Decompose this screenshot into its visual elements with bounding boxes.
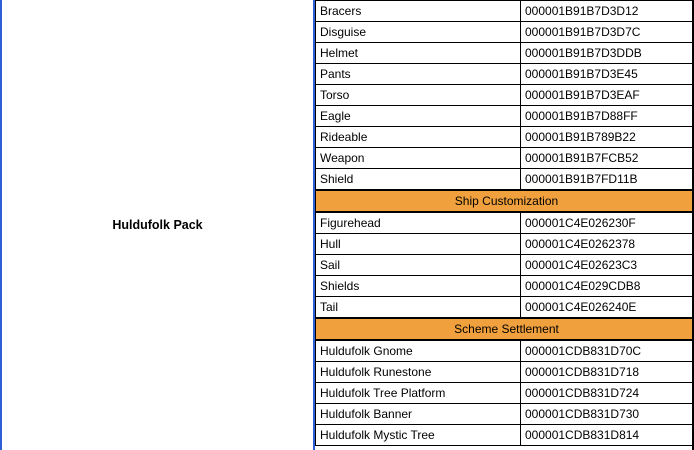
section-header: Scheme Settlement: [315, 317, 694, 341]
table-row: Sail 000001C4E02623C3: [315, 254, 694, 276]
item-id-cell: 000001C4E0262378: [520, 233, 694, 255]
item-name-cell: Pants: [315, 63, 521, 85]
item-name-cell: Tail: [315, 296, 521, 319]
item-id-cell: 000001B91B7FD11B: [520, 168, 694, 191]
item-name-cell: Weapon: [315, 147, 521, 169]
item-id-cell: 000001CDB831D724: [520, 382, 694, 404]
table-row: Figurehead 000001C4E026230F: [315, 211, 694, 234]
items-table: Bracers 000001B91B7D3D12 Disguise 000001B91…: [315, 0, 694, 446]
table-row: Huldufolk Gnome 000001CDB831D70C: [315, 339, 694, 362]
item-id-cell: 000001C4E026230F: [520, 211, 694, 234]
item-id-cell: 000001B91B7FCB52: [520, 147, 694, 169]
item-id-cell: 000001C4E026240E: [520, 296, 694, 319]
table-row: Huldufolk Banner 000001CDB831D730: [315, 403, 694, 425]
item-id-cell: 000001CDB831D814: [520, 424, 694, 446]
section-header: Ship Customization: [315, 189, 694, 213]
table-row: Huldufolk Runestone 000001CDB831D718: [315, 361, 694, 383]
item-id-cell: 000001B91B7D3DDB: [520, 42, 694, 64]
table-row: Pants 000001B91B7D3E45: [315, 63, 694, 85]
item-name-cell: Rideable: [315, 126, 521, 148]
table-row: Shield 000001B91B7FD11B: [315, 168, 694, 191]
table-row: Eagle 000001B91B7D88FF: [315, 105, 694, 127]
item-name-cell: Disguise: [315, 21, 521, 43]
table-row: Helmet 000001B91B7D3DDB: [315, 42, 694, 64]
item-name-cell: Huldufolk Gnome: [315, 339, 521, 362]
item-name-cell: Huldufolk Banner: [315, 403, 521, 425]
item-name-cell: Figurehead: [315, 211, 521, 234]
item-name-cell: Bracers: [315, 0, 521, 22]
item-id-cell: 000001B91B7D3D12: [520, 0, 694, 22]
pack-name-cell: Huldufolk Pack: [2, 0, 313, 450]
item-name-cell: Shield: [315, 168, 521, 191]
item-id-cell: 000001C4E029CDB8: [520, 275, 694, 297]
item-id-cell: 000001CDB831D718: [520, 361, 694, 383]
item-name-cell: Huldufolk Mystic Tree: [315, 424, 521, 446]
item-id-cell: 000001CDB831D730: [520, 403, 694, 425]
item-name-cell: Shields: [315, 275, 521, 297]
item-name-cell: Huldufolk Runestone: [315, 361, 521, 383]
table-row: Torso 000001B91B7D3EAF: [315, 84, 694, 106]
table-row: Weapon 000001B91B7FCB52: [315, 147, 694, 169]
item-id-cell: 000001CDB831D70C: [520, 339, 694, 362]
table-row: Tail 000001C4E026240E: [315, 296, 694, 319]
table-row: Hull 000001C4E0262378: [315, 233, 694, 255]
item-id-cell: 000001B91B7D88FF: [520, 105, 694, 127]
item-id-cell: 000001B91B7D3E45: [520, 63, 694, 85]
item-name-cell: Hull: [315, 233, 521, 255]
item-name-cell: Huldufolk Tree Platform: [315, 382, 521, 404]
item-name-cell: Sail: [315, 254, 521, 276]
section-header-row: Scheme Settlement: [315, 317, 694, 341]
table-row: Bracers 000001B91B7D3D12: [315, 0, 694, 22]
pack-title: Huldufolk Pack: [112, 218, 203, 232]
table-row: Disguise 000001B91B7D3D7C: [315, 21, 694, 43]
section-header-row: Ship Customization: [315, 189, 694, 213]
table-row: Shields 000001C4E029CDB8: [315, 275, 694, 297]
items-table-body: Bracers 000001B91B7D3D12 Disguise 000001B91…: [315, 0, 694, 446]
item-name-cell: Helmet: [315, 42, 521, 64]
item-id-cell: 000001B91B789B22: [520, 126, 694, 148]
item-name-cell: Torso: [315, 84, 521, 106]
table-row: Huldufolk Tree Platform 000001CDB831D724: [315, 382, 694, 404]
item-id-cell: 000001B91B7D3D7C: [520, 21, 694, 43]
item-name-cell: Eagle: [315, 105, 521, 127]
table-row: Rideable 000001B91B789B22: [315, 126, 694, 148]
item-id-cell: 000001C4E02623C3: [520, 254, 694, 276]
item-id-cell: 000001B91B7D3EAF: [520, 84, 694, 106]
table-row: Huldufolk Mystic Tree 000001CDB831D814: [315, 424, 694, 446]
